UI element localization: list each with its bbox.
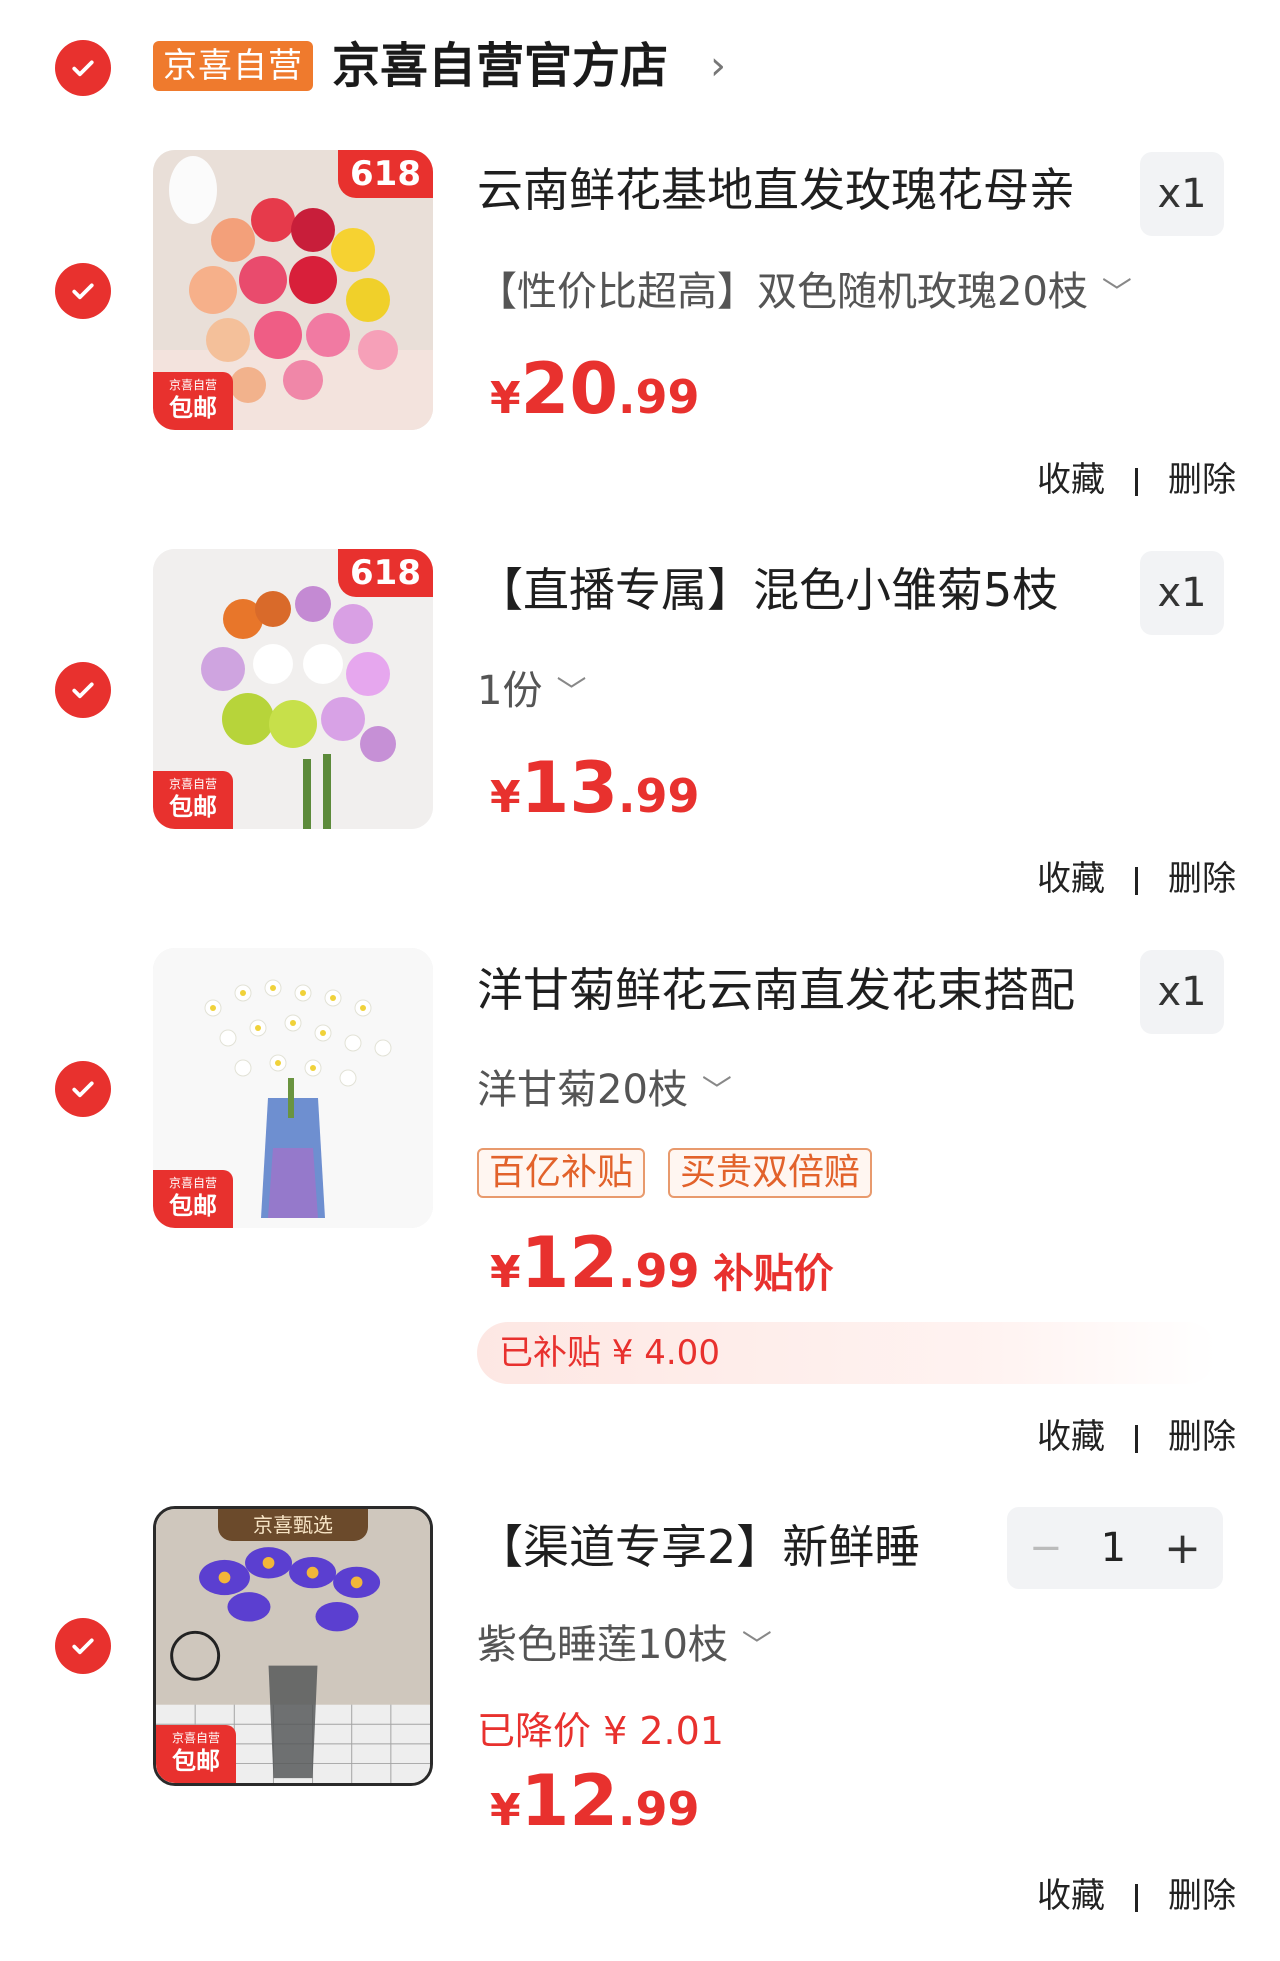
product-spec-selector[interactable]: 1份 ﹀ [477, 663, 586, 721]
item-checkbox[interactable] [55, 1618, 111, 1674]
item-actions: 收藏 删除 [1037, 851, 1236, 900]
price-currency: ¥ [490, 1785, 521, 1836]
store-tag: 京喜自营 [153, 41, 313, 91]
product-title[interactable]: 【直播专属】混色小雏菊5枝 [477, 560, 1058, 620]
price-currency: ¥ [490, 373, 521, 424]
quantity-value[interactable]: 1 [1101, 1525, 1126, 1571]
price-integer: 13 [520, 747, 619, 829]
price-decimal: .99 [618, 1244, 700, 1298]
product-price: ¥20.99 [490, 348, 700, 430]
quantity-box[interactable]: x1 [1140, 152, 1224, 236]
chevron-down-icon: ﹀ [741, 1629, 772, 1664]
free-shipping-sub: 京喜自营 [168, 777, 217, 791]
quantity-stepper: − 1 + [1007, 1507, 1223, 1589]
check-icon [72, 1081, 94, 1098]
favorite-button[interactable]: 收藏 [1037, 460, 1105, 500]
product-spec-selector[interactable]: 紫色睡莲10枝 ﹀ [477, 1617, 772, 1675]
spec-label: 紫色睡莲10枝 [477, 1622, 728, 1668]
quantity-box[interactable]: x1 [1140, 950, 1224, 1034]
increment-button[interactable]: + [1164, 1523, 1201, 1574]
item-checkbox[interactable] [55, 662, 111, 718]
promo-618-badge: 618 [338, 549, 433, 597]
free-shipping-sub: 京喜自营 [168, 1176, 217, 1190]
delete-button[interactable]: 删除 [1168, 859, 1236, 899]
product-title[interactable]: 【渠道专享2】新鲜睡 [477, 1517, 920, 1577]
free-shipping-badge: 京喜自营 包邮 [153, 1170, 233, 1228]
subsidy-amount-bar: 已补贴 ¥ 4.00 [477, 1322, 1217, 1384]
free-shipping-badge: 京喜自营 包邮 [153, 771, 233, 829]
action-divider [1135, 1424, 1138, 1453]
price-integer: 12 [520, 1222, 619, 1304]
free-shipping-label: 包邮 [169, 793, 217, 821]
free-shipping-sub: 京喜自营 [171, 1731, 220, 1745]
free-shipping-label: 包邮 [172, 1747, 220, 1775]
product-price: ¥13.99 [490, 747, 700, 829]
check-icon [72, 1638, 94, 1655]
favorite-button[interactable]: 收藏 [1037, 1876, 1105, 1916]
check-icon [72, 682, 94, 699]
store-select-checkbox[interactable] [55, 40, 111, 96]
item-actions: 收藏 删除 [1037, 1409, 1236, 1458]
chevron-down-icon: ﹀ [701, 1074, 732, 1109]
store-name[interactable]: 京喜自营官方店 [332, 36, 668, 96]
free-shipping-sub: 京喜自营 [168, 378, 217, 392]
price-decimal: .99 [618, 769, 700, 823]
product-image[interactable]: 京喜甄选 京喜自营 包邮 [153, 1506, 433, 1786]
price-integer: 20 [520, 348, 619, 430]
item-checkbox[interactable] [55, 263, 111, 319]
delete-button[interactable]: 删除 [1168, 1417, 1236, 1457]
product-price: ¥12.99 补贴价 [490, 1222, 834, 1304]
product-title[interactable]: 洋甘菊鲜花云南直发花束搭配 [477, 960, 1075, 1020]
free-shipping-label: 包邮 [169, 394, 217, 422]
decrement-button[interactable]: − [1029, 1525, 1063, 1571]
price-decimal: .99 [618, 1782, 700, 1836]
chevron-down-icon: ﹀ [556, 675, 587, 710]
product-price: ¥12.99 [490, 1760, 700, 1842]
free-shipping-badge: 京喜自营 包邮 [156, 1725, 236, 1783]
action-divider [1135, 866, 1138, 895]
item-checkbox[interactable] [55, 1061, 111, 1117]
item-actions: 收藏 删除 [1037, 452, 1236, 501]
subsidy-badge: 百亿补贴 [477, 1148, 646, 1198]
product-image[interactable]: 618 京喜自营 包邮 [153, 150, 433, 430]
product-image[interactable]: 618 京喜自营 包邮 [153, 549, 433, 829]
item-actions: 收藏 删除 [1037, 1868, 1236, 1917]
free-shipping-badge: 京喜自营 包邮 [153, 372, 233, 430]
price-decimal: .99 [618, 370, 700, 424]
favorite-button[interactable]: 收藏 [1037, 859, 1105, 899]
favorite-button[interactable]: 收藏 [1037, 1417, 1105, 1457]
chevron-right-icon[interactable]: › [710, 36, 726, 96]
delete-button[interactable]: 删除 [1168, 460, 1236, 500]
check-icon [72, 60, 94, 77]
product-spec-selector[interactable]: 洋甘菊20枝 ﹀ [477, 1062, 732, 1120]
price-suffix: 补贴价 [713, 1251, 834, 1297]
price-integer: 12 [520, 1760, 619, 1842]
promo-618-badge: 618 [338, 150, 433, 198]
action-divider [1135, 467, 1138, 496]
free-shipping-label: 包邮 [169, 1192, 217, 1220]
price-currency: ¥ [490, 772, 521, 823]
spec-label: 洋甘菊20枝 [477, 1067, 688, 1113]
spec-label: 1份 [477, 668, 543, 714]
chevron-down-icon: ﹀ [1101, 276, 1132, 311]
spec-label: 【性价比超高】双色随机玫瑰20枝 [477, 269, 1088, 315]
product-spec-selector[interactable]: 【性价比超高】双色随机玫瑰20枝 ﹀ [477, 264, 1132, 322]
featured-tag: 京喜甄选 [218, 1509, 368, 1541]
quantity-box[interactable]: x1 [1140, 551, 1224, 635]
product-image[interactable]: 京喜自营 包邮 [153, 948, 433, 1228]
product-title[interactable]: 云南鲜花基地直发玫瑰花母亲 [477, 160, 1075, 220]
price-currency: ¥ [490, 1247, 521, 1298]
delete-button[interactable]: 删除 [1168, 1876, 1236, 1916]
check-icon [72, 283, 94, 300]
price-guarantee-badge: 买贵双倍赔 [668, 1148, 873, 1198]
action-divider [1135, 1883, 1138, 1912]
price-drop-note: 已降价 ¥ 2.01 [477, 1709, 724, 1753]
